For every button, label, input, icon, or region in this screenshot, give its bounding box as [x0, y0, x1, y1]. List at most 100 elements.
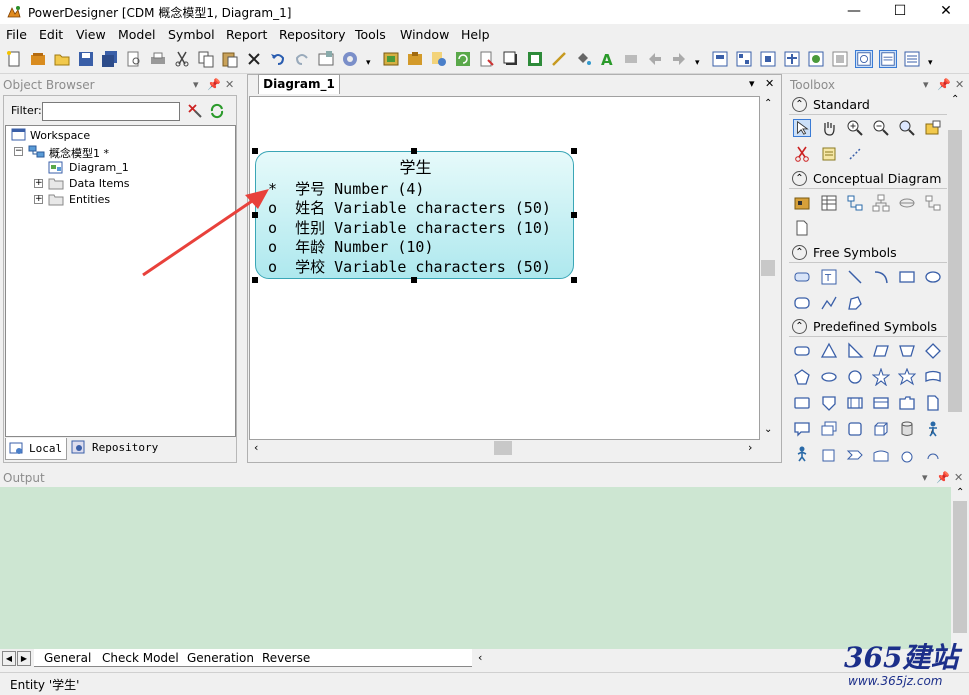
toolbox-section-standard[interactable]: ⌃ Standard — [789, 95, 947, 115]
parallelogram-shape-icon[interactable] — [872, 342, 890, 360]
zoom-fit-tool-icon[interactable] — [898, 119, 916, 137]
rectangle-tool-icon[interactable] — [898, 268, 916, 286]
diamond-shape-icon[interactable] — [924, 342, 942, 360]
chevron-shape-icon[interactable] — [846, 445, 864, 463]
zoom-in-tool-icon[interactable] — [846, 119, 864, 137]
save-all-icon[interactable] — [101, 50, 119, 68]
toolbox-scrollbar[interactable]: ⌃ — [947, 94, 964, 463]
zoom-out-tool-icon[interactable] — [872, 119, 890, 137]
trapezoid-shape-icon[interactable] — [898, 342, 916, 360]
file-tool-icon[interactable] — [793, 219, 811, 237]
filter-input[interactable] — [42, 102, 180, 121]
tree-model[interactable]: 概念模型1 * — [49, 145, 109, 161]
tab-repository[interactable]: Repository — [68, 438, 158, 458]
menu-repository[interactable]: Repository — [279, 27, 345, 42]
scroll-down-icon[interactable]: ⌄ — [764, 424, 772, 435]
selection-handle[interactable] — [571, 212, 577, 218]
close-button[interactable]: ✕ — [923, 0, 969, 24]
tab-diagram-1[interactable]: Diagram_1 — [258, 74, 340, 94]
pentagon-shape-icon[interactable] — [793, 368, 811, 386]
clear-filter-icon[interactable] — [187, 103, 203, 119]
line-style-icon[interactable] — [550, 50, 568, 68]
grabber-tool-icon[interactable] — [820, 119, 838, 137]
menu-model[interactable]: Model — [118, 27, 156, 42]
browser-icon[interactable] — [382, 50, 400, 68]
diagram3-icon[interactable] — [759, 50, 777, 68]
impact-analysis-icon[interactable] — [478, 50, 496, 68]
pointer-tool-icon[interactable] — [793, 119, 811, 137]
entity-tool-icon[interactable] — [820, 194, 838, 212]
diagram2-icon[interactable] — [735, 50, 753, 68]
selection-handle[interactable] — [252, 148, 258, 154]
print-preview-icon[interactable] — [125, 50, 143, 68]
scroll-up-icon[interactable]: ⌃ — [951, 94, 959, 105]
package-icon[interactable] — [406, 50, 424, 68]
panel-dropdown-icon[interactable]: ▾ — [923, 78, 929, 91]
tab-check-model[interactable]: Check Model — [102, 651, 179, 665]
shield-shape-icon[interactable] — [820, 394, 838, 412]
rotate-shape-icon[interactable] — [924, 445, 942, 463]
output-scrollbar[interactable]: ⌃ — [951, 487, 969, 649]
text-tool-icon[interactable]: T — [820, 268, 838, 286]
polygon-tool-icon[interactable] — [846, 294, 864, 312]
delete-tool-icon[interactable] — [793, 145, 811, 163]
star-shape-icon[interactable] — [872, 368, 890, 386]
selection-handle[interactable] — [411, 148, 417, 154]
circle2-shape-icon[interactable] — [898, 445, 916, 463]
forward-icon[interactable] — [670, 50, 688, 68]
entity-attribute-row[interactable]: * 学号 Number (4) — [268, 178, 424, 199]
print-icon[interactable] — [149, 50, 167, 68]
horizontal-scroll-thumb[interactable] — [494, 441, 512, 455]
tree-data-items[interactable]: Data Items — [69, 177, 130, 190]
note-tool-icon[interactable] — [793, 268, 811, 286]
page-shape-icon[interactable] — [820, 445, 838, 463]
output-console[interactable] — [0, 487, 951, 649]
diagram6-icon[interactable] — [831, 50, 849, 68]
fill-bucket-icon[interactable] — [574, 50, 592, 68]
ellipse-tool-icon[interactable] — [924, 268, 942, 286]
line-tool-icon[interactable] — [846, 268, 864, 286]
menu-window[interactable]: Window — [400, 27, 449, 42]
panel-close-icon[interactable]: ✕ — [955, 78, 964, 91]
open-package-tool-icon[interactable] — [924, 119, 942, 137]
frame-shape-icon[interactable] — [846, 394, 864, 412]
redo-icon[interactable] — [293, 50, 311, 68]
diagram4-icon[interactable] — [783, 50, 801, 68]
association-link-tool-icon[interactable] — [924, 194, 942, 212]
window-shape-icon[interactable] — [872, 394, 890, 412]
back-icon[interactable] — [646, 50, 664, 68]
output-view-icon[interactable] — [879, 50, 897, 68]
toolbox-section-conceptual[interactable]: ⌃ Conceptual Diagram — [789, 169, 947, 189]
scroll-left-icon[interactable]: ‹ — [478, 651, 482, 664]
link-tool-icon[interactable] — [846, 145, 864, 163]
menu-symbol[interactable]: Symbol — [168, 27, 215, 42]
properties-icon[interactable] — [317, 50, 335, 68]
tab-prev-icon[interactable]: ◀ — [2, 651, 16, 666]
open-icon[interactable] — [53, 50, 71, 68]
menu-help[interactable]: Help — [461, 27, 490, 42]
delete-icon[interactable] — [245, 50, 263, 68]
refresh-icon[interactable] — [454, 50, 472, 68]
undo-icon[interactable] — [269, 50, 287, 68]
entity-attribute-row[interactable]: o 性别 Variable characters (10) — [268, 217, 551, 238]
cube-shape-icon[interactable] — [846, 420, 864, 438]
inheritance-tool-icon[interactable] — [872, 194, 890, 212]
tree-diagram[interactable]: Diagram_1 — [69, 161, 129, 174]
menu-report[interactable]: Report — [226, 27, 267, 42]
selection-handle[interactable] — [571, 277, 577, 283]
panel-close-icon[interactable]: ✕ — [225, 78, 234, 91]
new-model-icon[interactable] — [29, 50, 47, 68]
callout-shape-icon[interactable] — [793, 420, 811, 438]
format-painter-icon[interactable] — [622, 50, 640, 68]
tree-workspace[interactable]: Workspace — [30, 129, 90, 142]
toolbox-section-free-symbols[interactable]: ⌃ Free Symbols — [789, 243, 947, 263]
polyline-tool-icon[interactable] — [820, 294, 838, 312]
package-tool-icon[interactable] — [793, 194, 811, 212]
text-font-icon[interactable]: A — [598, 50, 616, 68]
entity-attribute-row[interactable]: o 姓名 Variable characters (50) — [268, 197, 551, 218]
toolbox-scroll-thumb[interactable] — [948, 130, 962, 412]
output-scroll-thumb[interactable] — [953, 501, 967, 633]
diagram-close-icon[interactable]: ✕ — [765, 77, 774, 90]
toolbar-overflow-icon[interactable]: ▾ — [928, 58, 933, 68]
paste-icon[interactable] — [221, 50, 239, 68]
